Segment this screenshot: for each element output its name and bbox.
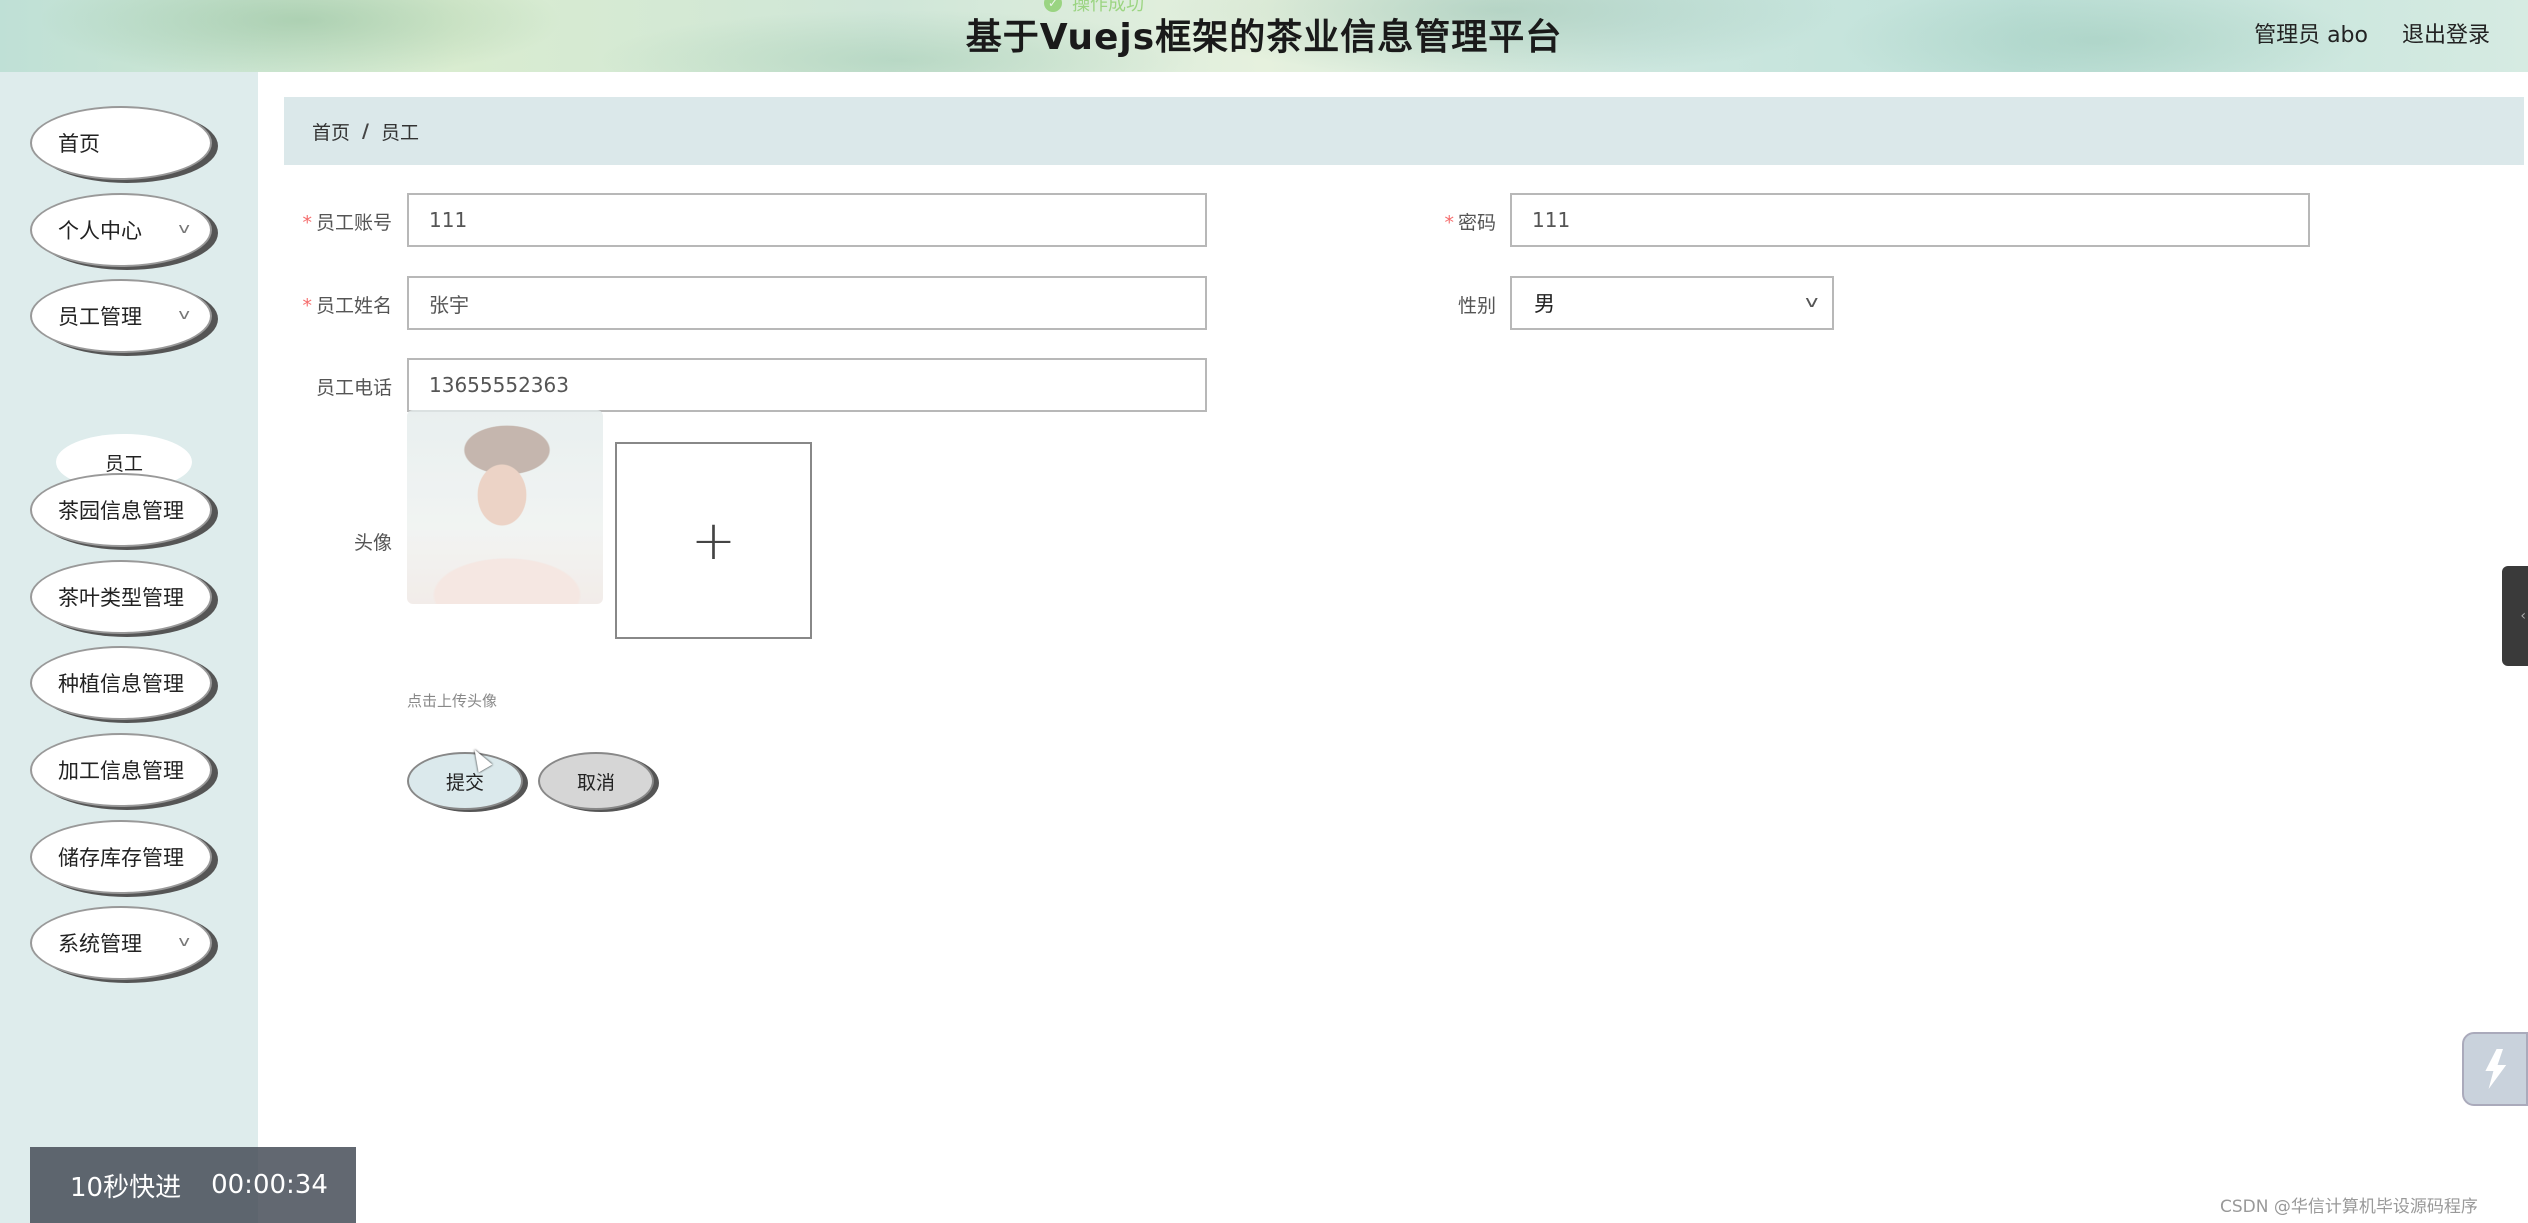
page-title: 基于Vuejs框架的茶业信息管理平台 — [965, 17, 1563, 58]
sidebar-item-planting[interactable]: 种植信息管理 — [30, 646, 212, 720]
name-label: * 员工姓名 — [282, 291, 392, 318]
plus-icon: + — [690, 508, 737, 572]
user-label[interactable]: 管理员 abo — [2254, 17, 2368, 49]
breadcrumb-current: 员工 — [380, 121, 419, 144]
csdn-watermark: CSDN @华信计算机毕设源码程序 — [2220, 1197, 2478, 1217]
sidebar-item-staff-management[interactable]: 员工管理 v — [30, 279, 212, 353]
submit-button[interactable]: 提交 — [407, 752, 523, 810]
chevron-down-icon: v — [1804, 292, 1818, 311]
sidebar-item-label: 储存库存管理 — [58, 846, 184, 870]
avatar-label: 头像 — [353, 532, 392, 554]
sidebar-item-tea-type[interactable]: 茶叶类型管理 — [30, 560, 212, 634]
sidebar-item-personal-center[interactable]: 个人中心 v — [30, 193, 212, 267]
video-overlay: 10秒快进 00:00:34 — [30, 1147, 356, 1223]
avatar-upload-button[interactable]: + — [615, 442, 812, 639]
chevron-down-icon: v — [178, 307, 190, 323]
sidebar-item-label: 茶园信息管理 — [58, 499, 184, 523]
gender-selected-value: 男 — [1534, 292, 1555, 316]
chevron-down-icon: v — [178, 934, 190, 950]
sidebar: 首页 个人中心 v 员工管理 v 员工 茶园信息管理 茶叶类型管理 种植信息管理… — [0, 72, 258, 1223]
account-label-text: 员工账号 — [315, 212, 392, 234]
avatar-image — [407, 410, 603, 604]
header-user-area: 管理员 abo 退出登录 — [2254, 17, 2490, 49]
sidebar-item-label: 加工信息管理 — [58, 759, 184, 783]
phone-label: 员工电话 — [315, 377, 392, 399]
sidebar-item-system[interactable]: 系统管理 v — [30, 906, 212, 980]
chevron-down-icon: v — [178, 221, 190, 237]
timer-label: 00:00:34 — [211, 1170, 328, 1200]
required-mark: * — [1444, 212, 1454, 234]
gender-select[interactable]: 男 v — [1510, 276, 1834, 330]
side-drawer-handle[interactable]: ‹ — [2502, 566, 2528, 666]
phone-input[interactable]: 13655552363 — [407, 358, 1207, 412]
upload-tip: 点击上传头像 — [407, 692, 498, 710]
sidebar-item-storage[interactable]: 储存库存管理 — [30, 820, 212, 894]
sidebar-item-processing[interactable]: 加工信息管理 — [30, 733, 212, 807]
sidebar-item-label: 员工管理 — [58, 305, 142, 329]
sidebar-item-home[interactable]: 首页 — [30, 106, 212, 180]
chevron-left-icon: ‹ — [2520, 608, 2526, 624]
name-label-text: 员工姓名 — [315, 295, 392, 317]
name-input[interactable]: 张宇 — [407, 276, 1207, 330]
password-label-text: 密码 — [1457, 212, 1496, 234]
sidebar-item-label: 系统管理 — [58, 932, 142, 956]
cancel-button[interactable]: 取消 — [538, 752, 654, 810]
required-mark: * — [302, 295, 312, 317]
breadcrumb-separator: / — [362, 120, 369, 142]
breadcrumb: 首页 / 员工 — [284, 97, 2524, 165]
sidebar-item-label: 种植信息管理 — [58, 672, 184, 696]
header: ✓ 操作成功 基于Vuejs框架的茶业信息管理平台 管理员 abo 退出登录 — [0, 0, 2528, 72]
sidebar-item-label: 首页 — [58, 132, 100, 156]
logout-link[interactable]: 退出登录 — [2402, 17, 2490, 49]
account-input[interactable]: 111 — [407, 193, 1207, 247]
password-label: * 密码 — [1386, 208, 1496, 235]
sidebar-item-tea-garden[interactable]: 茶园信息管理 — [30, 473, 212, 547]
gender-label: 性别 — [1457, 295, 1496, 317]
password-input[interactable]: 111 — [1510, 193, 2310, 247]
sidebar-item-label: 茶叶类型管理 — [58, 586, 184, 610]
fast-forward-label[interactable]: 10秒快进 — [70, 1167, 181, 1204]
account-label: * 员工账号 — [282, 208, 392, 235]
sidebar-item-label: 个人中心 — [58, 219, 142, 243]
lightning-icon — [2485, 1049, 2507, 1089]
floating-assistant-button[interactable] — [2462, 1032, 2528, 1106]
required-mark: * — [302, 212, 312, 234]
breadcrumb-home[interactable]: 首页 — [312, 118, 350, 145]
